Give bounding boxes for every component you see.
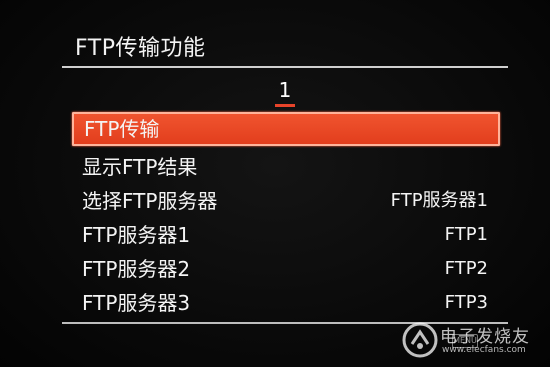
menu-item-ftp-server-1[interactable]: FTP服务器1 FTP1 — [72, 218, 500, 252]
menu-item-select-ftp-server[interactable]: 选择FTP服务器 FTP服务器1 — [72, 184, 500, 218]
menu-item-value: FTP2 — [444, 258, 488, 279]
menu-item-label: 选择FTP服务器 — [82, 189, 218, 213]
menu-item-ftp-transfer[interactable]: FTP传输 — [72, 112, 500, 146]
menu-item-value: FTP3 — [444, 292, 488, 313]
menu-item-label: FTP服务器1 — [82, 223, 191, 247]
watermark-url: www.elecfans.com — [442, 345, 526, 355]
menu-item-value: FTP1 — [444, 224, 488, 245]
title-divider — [62, 66, 508, 68]
page-number[interactable]: 1 — [270, 78, 300, 102]
menu-list: FTP传输 显示FTP结果 选择FTP服务器 FTP服务器1 FTP服务器1 F… — [72, 112, 500, 320]
menu-item-label: 显示FTP结果 — [82, 155, 198, 179]
menu-item-ftp-server-3[interactable]: FTP服务器3 FTP3 — [72, 286, 500, 320]
menu-item-label: FTP传输 — [84, 117, 160, 141]
watermark-text: 电子发烧友 — [440, 327, 530, 347]
menu-item-show-ftp-result[interactable]: 显示FTP结果 — [72, 150, 500, 184]
menu-item-label: FTP服务器3 — [82, 291, 191, 315]
page-indicator — [275, 104, 295, 107]
watermark: 电子发烧友 www.elecfans.com — [400, 318, 548, 364]
menu-item-label: FTP服务器2 — [82, 257, 191, 281]
page-title: FTP传输功能 — [75, 36, 206, 61]
camera-menu-screen: FTP传输功能 1 FTP传输 显示FTP结果 选择FTP服务器 FTP服务器1… — [0, 0, 550, 367]
menu-item-ftp-server-2[interactable]: FTP服务器2 FTP2 — [72, 252, 500, 286]
watermark-logo-icon — [402, 322, 438, 358]
menu-item-value: FTP服务器1 — [390, 190, 488, 211]
